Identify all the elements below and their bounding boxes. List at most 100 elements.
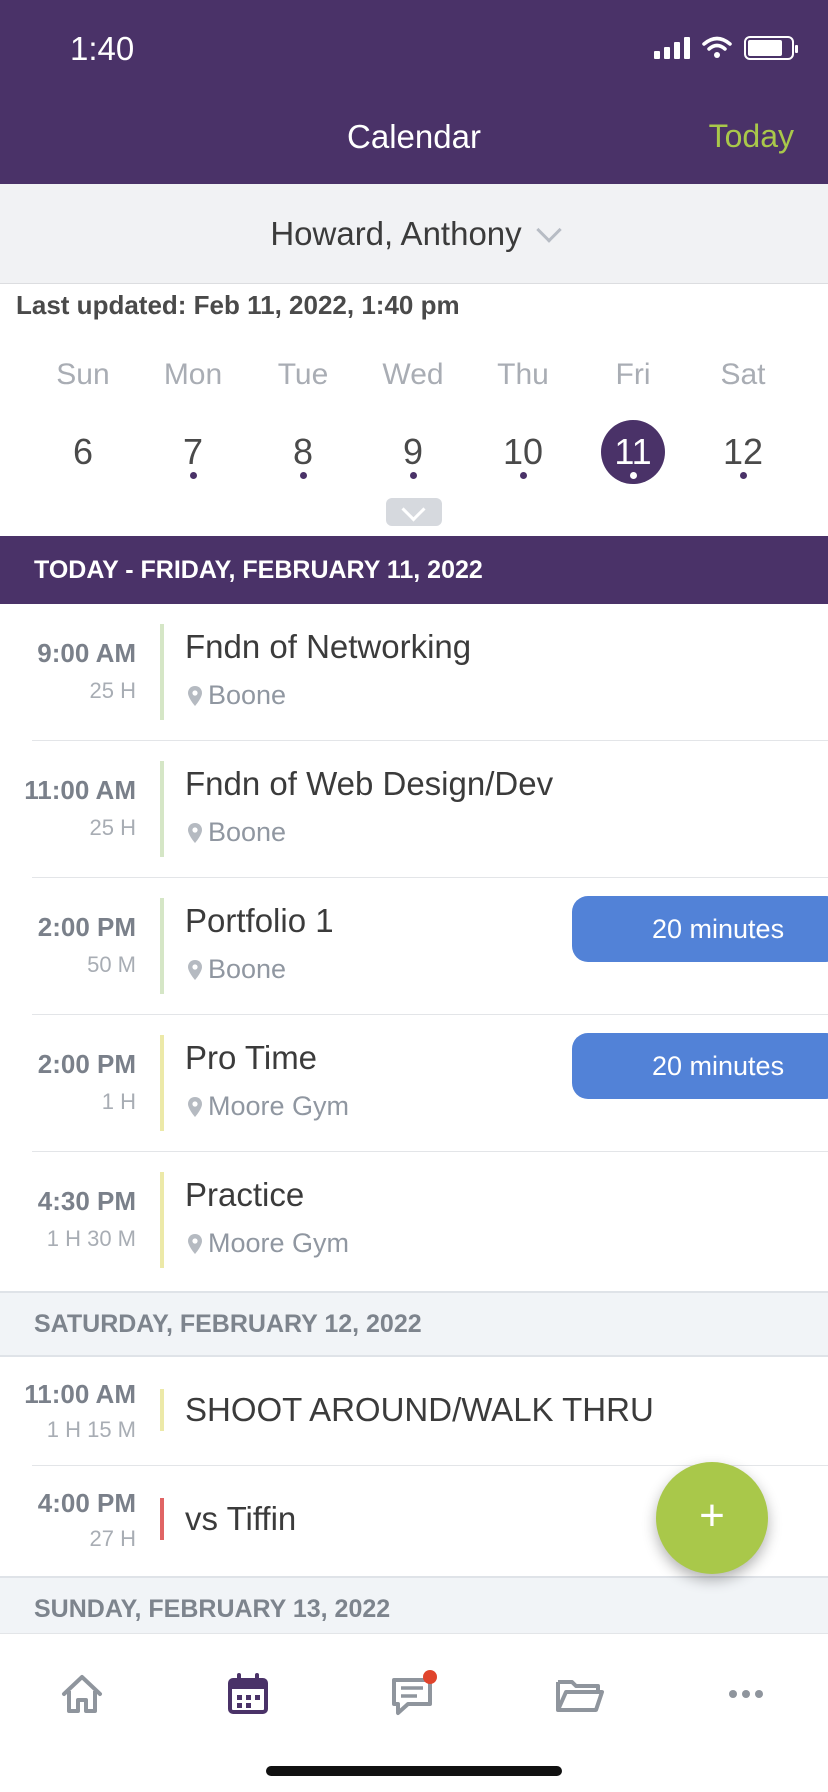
location-pin-icon bbox=[188, 822, 202, 843]
day-wed[interactable]: Wed 9 bbox=[358, 358, 468, 484]
event-duration: 1 H bbox=[101, 1089, 136, 1114]
event-location-text: Moore Gym bbox=[208, 1091, 350, 1121]
event-title: vs Tiffin bbox=[185, 1500, 297, 1537]
event-color-bar bbox=[160, 1389, 164, 1431]
today-button[interactable]: Today bbox=[709, 118, 794, 155]
day-tue[interactable]: Tue 8 bbox=[248, 358, 358, 484]
home-icon bbox=[62, 1675, 102, 1713]
day-sun[interactable]: Sun 6 bbox=[28, 358, 138, 484]
person-name: Howard, Anthony bbox=[270, 214, 522, 252]
event-location: Boone bbox=[188, 680, 286, 711]
day-thu[interactable]: Thu 10 bbox=[468, 358, 578, 484]
event-location: Boone bbox=[188, 954, 286, 985]
event-location-text: Moore Gym bbox=[208, 1228, 350, 1258]
event-location-text: Boone bbox=[208, 680, 287, 710]
folder-icon bbox=[556, 1680, 604, 1712]
event-duration: 25 H bbox=[89, 815, 136, 840]
person-selector[interactable]: Howard, Anthony bbox=[0, 184, 828, 284]
cellular-signal-icon bbox=[654, 37, 690, 59]
event-duration: 50 M bbox=[87, 952, 136, 977]
day-name: Wed bbox=[382, 358, 444, 391]
event-row[interactable]: 2:00 PM 1 H Pro Time Moore Gym 20 minutes bbox=[0, 1015, 828, 1152]
tab-home[interactable] bbox=[52, 1664, 112, 1724]
event-time: 4:30 PM bbox=[37, 1186, 136, 1216]
event-row[interactable]: 4:30 PM 1 H 30 M Practice Moore Gym bbox=[0, 1152, 828, 1289]
event-location-text: Boone bbox=[208, 954, 287, 984]
status-time: 1:40 bbox=[70, 30, 135, 67]
event-title: Fndn of Web Design/Dev bbox=[185, 765, 554, 802]
day-number[interactable]: 6 bbox=[51, 420, 115, 484]
more-icon bbox=[729, 1690, 763, 1698]
calendar-icon bbox=[228, 1673, 268, 1714]
event-color-bar bbox=[160, 1035, 164, 1131]
tab-more[interactable] bbox=[716, 1664, 776, 1724]
event-indicator-dot bbox=[739, 472, 747, 479]
add-event-button[interactable]: + bbox=[656, 1462, 768, 1574]
event-title: Fndn of Networking bbox=[185, 628, 472, 665]
event-indicator-dot bbox=[409, 472, 417, 479]
location-pin-icon bbox=[188, 1096, 202, 1117]
section-header-today: TODAY - FRIDAY, FEBRUARY 11, 2022 bbox=[0, 536, 828, 604]
messages-icon bbox=[392, 1670, 437, 1715]
event-color-bar bbox=[160, 624, 164, 720]
event-time: 11:00 AM bbox=[24, 1379, 136, 1409]
location-pin-icon bbox=[188, 959, 202, 980]
day-name: Tue bbox=[277, 358, 329, 391]
event-location: Boone bbox=[188, 817, 286, 848]
location-pin-icon bbox=[188, 685, 202, 706]
event-location: Moore Gym bbox=[188, 1091, 349, 1122]
day-name: Sat bbox=[720, 358, 766, 391]
time-remaining-badge: 20 minutes bbox=[572, 896, 828, 962]
home-indicator bbox=[266, 1766, 562, 1776]
event-color-bar bbox=[160, 898, 164, 994]
event-time: 9:00 AM bbox=[37, 638, 136, 668]
event-row[interactable]: 11:00 AM 1 H 15 M SHOOT AROUND/WALK THRU bbox=[0, 1357, 828, 1466]
event-color-bar bbox=[160, 761, 164, 857]
event-duration: 25 H bbox=[89, 678, 136, 703]
event-row[interactable]: 2:00 PM 50 M Portfolio 1 Boone 20 minutes bbox=[0, 878, 828, 1015]
status-icons bbox=[654, 36, 798, 60]
location-pin-icon bbox=[188, 1233, 202, 1254]
wifi-icon bbox=[702, 36, 732, 58]
day-name: Fri bbox=[615, 358, 651, 391]
day-mon[interactable]: Mon 7 bbox=[138, 358, 248, 484]
event-indicator-dot bbox=[519, 472, 527, 479]
event-title: SHOOT AROUND/WALK THRU bbox=[185, 1391, 654, 1428]
event-time: 11:00 AM bbox=[24, 775, 136, 805]
event-title: Practice bbox=[185, 1176, 305, 1213]
event-location: Moore Gym bbox=[188, 1228, 349, 1259]
event-duration: 1 H 30 M bbox=[46, 1226, 136, 1251]
event-location-text: Boone bbox=[208, 817, 287, 847]
event-time: 2:00 PM bbox=[37, 1049, 136, 1079]
event-time: 2:00 PM bbox=[37, 912, 136, 942]
day-name: Sun bbox=[56, 358, 110, 391]
event-color-bar bbox=[160, 1498, 164, 1540]
event-duration: 1 H 15 M bbox=[46, 1417, 136, 1442]
chevron-down-icon bbox=[535, 216, 562, 243]
day-sat[interactable]: Sat 12 bbox=[688, 358, 798, 484]
event-time: 4:00 PM bbox=[37, 1488, 136, 1518]
tab-files[interactable] bbox=[550, 1664, 610, 1724]
day-name: Mon bbox=[163, 358, 223, 391]
day-name: Thu bbox=[497, 358, 549, 391]
expand-calendar-button[interactable] bbox=[386, 498, 442, 526]
app-header: 1:40 Calendar Today bbox=[0, 0, 828, 184]
time-remaining-badge: 20 minutes bbox=[572, 1033, 828, 1099]
day-fri[interactable]: Fri 11 bbox=[578, 358, 688, 484]
tab-calendar[interactable] bbox=[218, 1664, 278, 1724]
event-row[interactable]: 11:00 AM 25 H Fndn of Web Design/Dev Boone bbox=[0, 741, 828, 878]
last-updated-text: Last updated: Feb 11, 2022, 1:40 pm bbox=[16, 290, 460, 320]
event-row[interactable]: 9:00 AM 25 H Fndn of Networking Boone bbox=[0, 604, 828, 741]
event-color-bar bbox=[160, 1172, 164, 1268]
event-indicator-dot bbox=[299, 472, 307, 479]
event-duration: 27 H bbox=[89, 1526, 136, 1551]
battery-icon bbox=[744, 36, 798, 60]
section-header-saturday: SATURDAY, FEBRUARY 12, 2022 bbox=[0, 1291, 828, 1357]
event-indicator-dot bbox=[629, 472, 637, 479]
notification-dot bbox=[423, 1670, 437, 1684]
page-title: Calendar bbox=[347, 118, 481, 155]
week-strip: Sun 6 Mon 7 Tue 8 Wed 9 Thu 10 Fri 11 Sat 12 bbox=[28, 358, 798, 484]
event-title: Pro Time bbox=[185, 1039, 318, 1076]
event-indicator-dot bbox=[189, 472, 197, 479]
tab-messages[interactable] bbox=[384, 1664, 444, 1724]
